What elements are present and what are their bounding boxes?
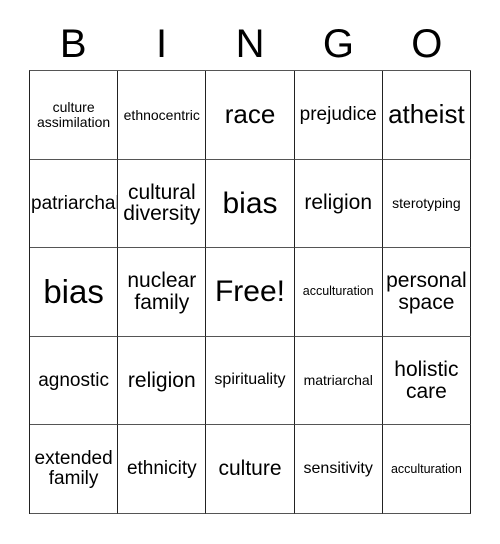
header-letter-o: O: [411, 22, 443, 66]
bingo-cell-n5[interactable]: culture: [206, 425, 295, 514]
bingo-cell-i2[interactable]: cultural diversity: [118, 159, 207, 249]
bingo-cell-o4[interactable]: holistic care: [382, 336, 471, 426]
bingo-cell-g2[interactable]: religion: [294, 159, 383, 249]
bingo-cell-label: Free!: [214, 275, 285, 309]
bingo-cell-label: bias: [43, 272, 104, 310]
header-letter-n: N: [235, 22, 265, 66]
bingo-cell-label: acculturation: [302, 284, 374, 299]
bingo-cell-label: religion: [304, 191, 373, 215]
bingo-cell-label: patriarchal: [31, 192, 119, 214]
bingo-cell-o1[interactable]: atheist: [382, 71, 471, 160]
bingo-cell-g5[interactable]: sensitivity: [294, 425, 383, 514]
bingo-cell-i3[interactable]: nuclear family: [118, 248, 207, 337]
bingo-cell-free-space[interactable]: Free!: [206, 248, 295, 337]
bingo-cell-b5[interactable]: extended family: [30, 425, 119, 514]
bingo-cell-label: nuclear family: [127, 269, 197, 314]
bingo-cell-i1[interactable]: ethnocentric: [118, 71, 207, 160]
bingo-cell-i4[interactable]: religion: [118, 336, 207, 426]
bingo-cell-label: cultural diversity: [123, 180, 201, 226]
bingo-header: B I N G O: [29, 18, 471, 70]
bingo-cell-b1[interactable]: culture assimilation: [30, 71, 119, 160]
bingo-cell-n4[interactable]: spirituality: [206, 336, 295, 426]
bingo-cell-n1[interactable]: race: [206, 71, 295, 160]
bingo-cell-label: atheist: [388, 99, 465, 130]
header-letter-i: I: [156, 22, 168, 66]
bingo-cell-label: matriarchal: [303, 372, 373, 389]
bingo-cell-label: spirituality: [214, 371, 286, 389]
bingo-cell-label: bias: [222, 186, 278, 220]
header-letter-g: G: [322, 22, 354, 66]
bingo-cell-n2[interactable]: bias: [206, 159, 295, 249]
bingo-cell-b3[interactable]: bias: [30, 248, 119, 337]
bingo-cell-label: sterotyping: [392, 195, 461, 212]
bingo-cell-label: culture: [218, 457, 282, 481]
bingo-cell-o5[interactable]: acculturation: [382, 425, 471, 514]
bingo-cell-label: ethnicity: [126, 458, 197, 480]
bingo-cell-label: ethnocentric: [123, 106, 200, 123]
bingo-cell-label: holistic care: [394, 357, 459, 403]
bingo-cell-g4[interactable]: matriarchal: [294, 336, 383, 426]
bingo-cell-label: acculturation: [390, 461, 462, 476]
bingo-cell-g3[interactable]: acculturation: [294, 248, 383, 337]
bingo-cell-label: extended family: [34, 448, 113, 490]
bingo-cell-i5[interactable]: ethnicity: [118, 425, 207, 514]
bingo-cell-label: race: [224, 99, 276, 130]
bingo-cell-o3[interactable]: personal space: [382, 248, 471, 337]
bingo-cell-label: culture assimilation: [37, 99, 111, 130]
bingo-cell-label: agnostic: [38, 369, 109, 391]
bingo-cell-label: personal space: [386, 269, 467, 314]
bingo-cell-label: religion: [127, 368, 196, 392]
bingo-cell-label: sensitivity: [303, 459, 373, 477]
bingo-cell-b4[interactable]: agnostic: [30, 336, 119, 426]
bingo-cell-label: prejudice: [299, 103, 377, 125]
bingo-card: B I N G O culture assimilation ethnocent…: [0, 0, 500, 544]
header-letter-b: B: [59, 22, 87, 66]
bingo-grid: culture assimilation ethnocentric race p…: [29, 70, 471, 514]
bingo-cell-g1[interactable]: prejudice: [294, 71, 383, 160]
bingo-cell-b2[interactable]: patriarchal: [30, 159, 119, 249]
bingo-cell-o2[interactable]: sterotyping: [382, 159, 471, 249]
